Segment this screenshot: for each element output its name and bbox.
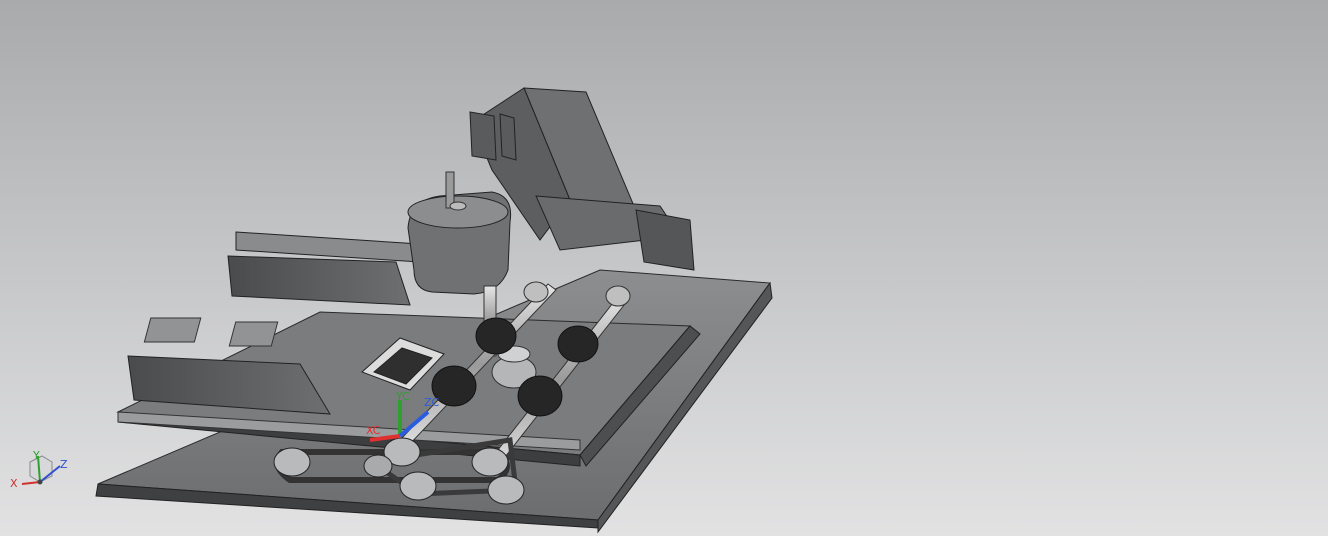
triad-y-label: Y [32, 449, 40, 462]
view-triad[interactable]: X Y Z [8, 448, 72, 496]
cad-assembly-model[interactable]: YC XC ZC [0, 0, 1328, 536]
wcs-yc-label: YC [395, 390, 410, 403]
spindle-motor-housing[interactable] [407, 171, 512, 295]
side-rail-rear[interactable] [227, 231, 421, 306]
triad-z-label: Z [60, 458, 68, 471]
triad-x-label: X [10, 477, 18, 490]
graphics-window[interactable]: YC XC ZC X Y Z [0, 0, 1328, 536]
wcs-xc-label: XC [366, 424, 381, 437]
wcs-zc-label: ZC [424, 396, 440, 409]
